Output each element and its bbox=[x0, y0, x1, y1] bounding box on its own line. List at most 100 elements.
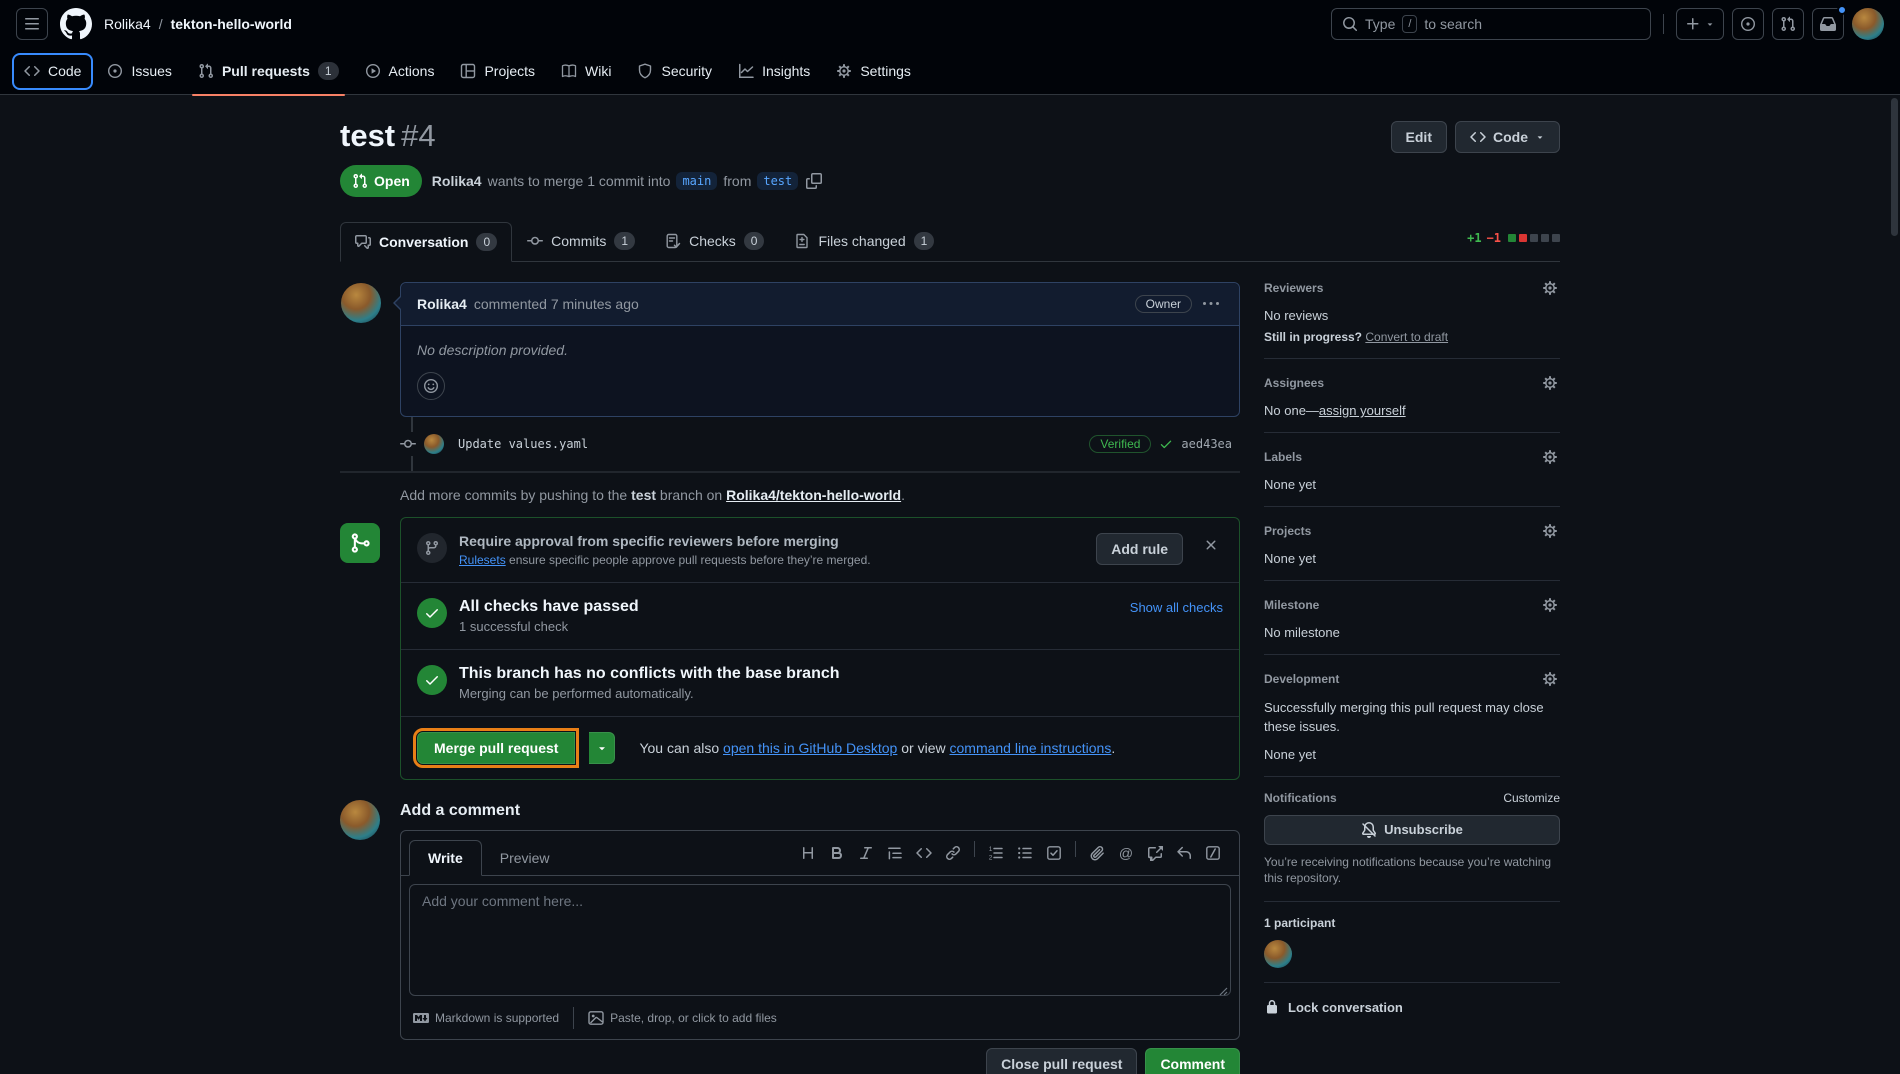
create-new-button[interactable] bbox=[1676, 8, 1724, 40]
breadcrumb-owner[interactable]: Rolika4 bbox=[104, 16, 151, 32]
dismiss-rule-button[interactable] bbox=[1199, 533, 1223, 557]
breadcrumb-repo[interactable]: tekton-hello-world bbox=[171, 16, 292, 32]
comment-author-avatar[interactable] bbox=[341, 283, 381, 323]
bold-button[interactable] bbox=[823, 839, 851, 867]
commit-message-link[interactable]: Update values.yaml bbox=[458, 437, 588, 451]
code-dropdown-button[interactable]: Code bbox=[1455, 121, 1560, 153]
tab-write[interactable]: Write bbox=[409, 840, 482, 876]
base-branch-label[interactable]: main bbox=[676, 172, 717, 190]
attach-file-button[interactable] bbox=[1083, 839, 1111, 867]
reviewers-gear-icon[interactable] bbox=[1540, 278, 1560, 298]
merge-pull-request-button[interactable]: Merge pull request bbox=[417, 732, 575, 764]
timeline-separator bbox=[340, 471, 1240, 473]
comment-textarea[interactable] bbox=[409, 884, 1231, 996]
hamburger-button[interactable] bbox=[16, 8, 48, 40]
head-branch-label[interactable]: test bbox=[757, 172, 798, 190]
assignees-gear-icon[interactable] bbox=[1540, 373, 1560, 393]
x-icon bbox=[1203, 537, 1219, 553]
quote-button[interactable] bbox=[881, 839, 909, 867]
cli-instructions-link[interactable]: command line instructions bbox=[950, 740, 1112, 756]
comment-submit-button[interactable]: Comment bbox=[1145, 1048, 1240, 1074]
repo-tab-code[interactable]: Code bbox=[14, 55, 91, 88]
sidebar-section-projects: Projects None yet bbox=[1264, 507, 1560, 581]
rulesets-link[interactable]: Rulesets bbox=[459, 553, 506, 567]
link-button[interactable] bbox=[939, 839, 967, 867]
inbox-button[interactable] bbox=[1812, 8, 1844, 40]
tab-files-changed[interactable]: Files changed1 bbox=[779, 221, 949, 261]
branch-name-text: test bbox=[631, 487, 656, 503]
saved-replies-button[interactable] bbox=[1199, 839, 1227, 867]
reviewers-empty-text: No reviews bbox=[1264, 308, 1560, 323]
convert-to-draft-link[interactable]: Convert to draft bbox=[1365, 330, 1448, 344]
labels-gear-icon[interactable] bbox=[1540, 447, 1560, 467]
verified-badge[interactable]: Verified bbox=[1089, 435, 1151, 453]
attach-files-area[interactable]: Paste, drop, or click to add files bbox=[588, 1010, 777, 1026]
customize-link[interactable]: Customize bbox=[1503, 791, 1560, 805]
pull-requests-dashboard-button[interactable] bbox=[1772, 8, 1804, 40]
add-reaction-button[interactable] bbox=[417, 372, 445, 400]
checks-status-section: All checks have passed 1 successful chec… bbox=[401, 583, 1239, 650]
repo-tab-projects[interactable]: Projects bbox=[450, 55, 545, 88]
edit-button[interactable]: Edit bbox=[1391, 121, 1447, 153]
repo-tab-actions[interactable]: Actions bbox=[355, 55, 445, 88]
tab-conversation[interactable]: Conversation0 bbox=[340, 222, 512, 262]
bullet-list-button[interactable] bbox=[1011, 839, 1039, 867]
tab-commits[interactable]: Commits1 bbox=[512, 221, 650, 261]
unsubscribe-button[interactable]: Unsubscribe bbox=[1264, 815, 1560, 845]
markdown-supported-link[interactable]: Markdown is supported bbox=[413, 1010, 559, 1026]
close-pull-request-button[interactable]: Close pull request bbox=[986, 1048, 1137, 1074]
cross-reference-button[interactable] bbox=[1141, 839, 1169, 867]
heading-button[interactable] bbox=[794, 839, 822, 867]
pr-author-link[interactable]: Rolika4 bbox=[432, 173, 482, 189]
scrollbar-thumb[interactable] bbox=[1891, 98, 1898, 236]
repo-tab-security[interactable]: Security bbox=[627, 55, 722, 88]
copy-branch-button[interactable] bbox=[804, 171, 824, 191]
github-logo-icon[interactable] bbox=[60, 8, 92, 40]
pr-tab-nav: Conversation0 Commits1 Checks0 Files cha… bbox=[340, 221, 1560, 262]
commit-sha-link[interactable]: aed43ea bbox=[1181, 437, 1232, 451]
reply-button[interactable] bbox=[1170, 839, 1198, 867]
show-all-checks-link[interactable]: Show all checks bbox=[1130, 598, 1223, 615]
list-unordered-icon bbox=[1017, 845, 1033, 861]
list-ordered-icon bbox=[988, 845, 1004, 861]
italic-button[interactable] bbox=[852, 839, 880, 867]
search-input[interactable]: Type / to search bbox=[1331, 8, 1651, 40]
code-button[interactable] bbox=[910, 839, 938, 867]
task-list-button[interactable] bbox=[1040, 839, 1068, 867]
repo-tab-wiki[interactable]: Wiki bbox=[551, 55, 621, 88]
tab-preview[interactable]: Preview bbox=[482, 841, 568, 875]
sidebar-section-assignees: Assignees No one—assign yourself bbox=[1264, 359, 1560, 433]
sidebar-section-participants: 1 participant bbox=[1264, 902, 1560, 983]
mention-button[interactable]: @ bbox=[1112, 839, 1140, 867]
commit-author-avatar[interactable] bbox=[424, 434, 444, 454]
repo-tab-issues[interactable]: Issues bbox=[97, 55, 181, 88]
assign-yourself-link[interactable]: assign yourself bbox=[1319, 403, 1406, 418]
file-diff-icon bbox=[794, 233, 810, 249]
owner-role-badge: Owner bbox=[1135, 295, 1192, 313]
comment-menu-button[interactable] bbox=[1199, 292, 1223, 316]
milestone-gear-icon[interactable] bbox=[1540, 595, 1560, 615]
github-desktop-link[interactable]: open this in GitHub Desktop bbox=[723, 740, 897, 756]
current-user-avatar[interactable] bbox=[340, 800, 380, 840]
comment-timestamp[interactable]: commented 7 minutes ago bbox=[474, 296, 639, 312]
lock-conversation-button[interactable]: Lock conversation bbox=[1264, 983, 1560, 1015]
comment-author-link[interactable]: Rolika4 bbox=[417, 296, 467, 312]
repo-tab-settings[interactable]: Settings bbox=[826, 55, 921, 88]
checks-status-title: All checks have passed bbox=[459, 598, 1118, 616]
user-avatar[interactable] bbox=[1852, 8, 1884, 40]
issues-dashboard-button[interactable] bbox=[1732, 8, 1764, 40]
projects-gear-icon[interactable] bbox=[1540, 521, 1560, 541]
repo-tab-insights[interactable]: Insights bbox=[728, 55, 820, 88]
code-icon bbox=[24, 63, 40, 79]
numbered-list-button[interactable] bbox=[982, 839, 1010, 867]
gear-icon bbox=[1542, 597, 1558, 613]
add-rule-button[interactable]: Add rule bbox=[1096, 533, 1183, 565]
participant-avatar[interactable] bbox=[1264, 940, 1292, 968]
repo-tab-pull-requests[interactable]: Pull requests1 bbox=[188, 55, 349, 88]
resize-grip[interactable] bbox=[1218, 986, 1228, 996]
repo-nav: Code Issues Pull requests1 Actions Proje… bbox=[0, 48, 1900, 95]
tab-checks[interactable]: Checks0 bbox=[650, 221, 779, 261]
merge-options-button[interactable] bbox=[589, 732, 615, 764]
repo-link[interactable]: Rolika4/tekton-hello-world bbox=[726, 487, 901, 503]
development-gear-icon[interactable] bbox=[1540, 669, 1560, 689]
